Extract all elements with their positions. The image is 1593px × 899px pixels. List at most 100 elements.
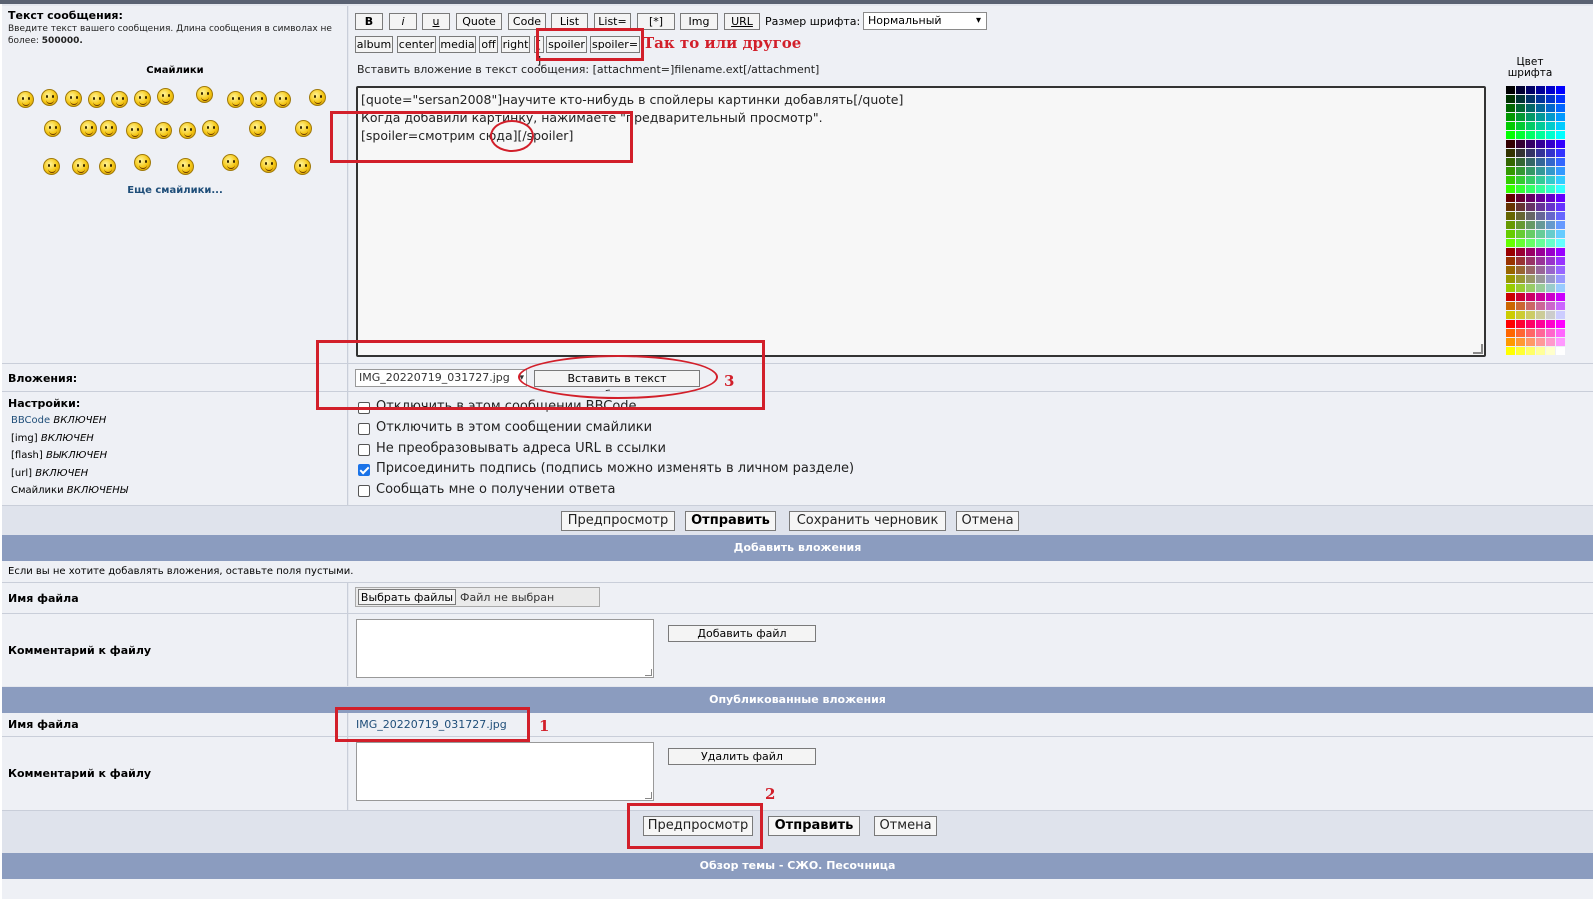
color-swatch[interactable] bbox=[1516, 320, 1525, 328]
smiley-icon[interactable] bbox=[126, 122, 143, 139]
color-swatch[interactable] bbox=[1546, 113, 1555, 121]
color-swatch[interactable] bbox=[1516, 104, 1525, 112]
color-swatch[interactable] bbox=[1536, 194, 1545, 202]
color-swatch[interactable] bbox=[1526, 104, 1535, 112]
color-swatch[interactable] bbox=[1506, 212, 1515, 220]
color-swatch[interactable] bbox=[1546, 248, 1555, 256]
color-swatch[interactable] bbox=[1556, 293, 1565, 301]
color-swatch[interactable] bbox=[1536, 248, 1545, 256]
published-comment-textarea[interactable] bbox=[356, 742, 654, 801]
color-swatch[interactable] bbox=[1546, 329, 1555, 337]
quote-button[interactable]: Quote bbox=[456, 13, 502, 30]
color-swatch[interactable] bbox=[1516, 239, 1525, 247]
color-swatch[interactable] bbox=[1536, 203, 1545, 211]
color-swatch[interactable] bbox=[1556, 149, 1565, 157]
resize-handle-icon[interactable] bbox=[645, 669, 652, 676]
color-swatch[interactable] bbox=[1506, 167, 1515, 175]
resize-handle-icon[interactable] bbox=[645, 792, 652, 799]
smiley-icon[interactable] bbox=[41, 89, 58, 106]
preview-button[interactable]: Предпросмотр bbox=[561, 511, 675, 531]
smiley-icon[interactable] bbox=[309, 89, 326, 106]
color-swatch[interactable] bbox=[1556, 257, 1565, 265]
status-name[interactable]: BBCode bbox=[11, 415, 50, 426]
color-swatch[interactable] bbox=[1526, 140, 1535, 148]
color-swatch[interactable] bbox=[1516, 113, 1525, 121]
color-swatch[interactable] bbox=[1536, 329, 1545, 337]
smiley-icon[interactable] bbox=[294, 158, 311, 175]
color-swatch[interactable] bbox=[1526, 122, 1535, 130]
color-swatch[interactable] bbox=[1556, 248, 1565, 256]
color-swatch[interactable] bbox=[1526, 329, 1535, 337]
color-swatch[interactable] bbox=[1506, 302, 1515, 310]
disable-smilies-checkbox[interactable] bbox=[358, 423, 370, 435]
file-input[interactable]: Выбрать файлы Файл не выбран bbox=[355, 587, 600, 607]
color-swatch[interactable] bbox=[1506, 266, 1515, 274]
color-swatch[interactable] bbox=[1526, 230, 1535, 238]
color-swatch[interactable] bbox=[1536, 275, 1545, 283]
smiley-icon[interactable] bbox=[260, 156, 277, 173]
color-swatch[interactable] bbox=[1526, 194, 1535, 202]
delete-file-button[interactable]: Удалить файл bbox=[668, 748, 816, 765]
color-swatch[interactable] bbox=[1546, 284, 1555, 292]
smiley-icon[interactable] bbox=[196, 86, 213, 103]
smiley-icon[interactable] bbox=[250, 91, 267, 108]
smiley-icon[interactable] bbox=[17, 91, 34, 108]
color-swatch[interactable] bbox=[1526, 149, 1535, 157]
color-swatch[interactable] bbox=[1506, 248, 1515, 256]
color-swatch[interactable] bbox=[1526, 338, 1535, 346]
color-swatch[interactable] bbox=[1546, 257, 1555, 265]
color-swatch[interactable] bbox=[1536, 338, 1545, 346]
color-swatch[interactable] bbox=[1536, 185, 1545, 193]
color-swatch[interactable] bbox=[1546, 275, 1555, 283]
color-swatch[interactable] bbox=[1556, 275, 1565, 283]
smiley-icon[interactable] bbox=[72, 158, 89, 175]
color-swatch[interactable] bbox=[1526, 320, 1535, 328]
color-swatch[interactable] bbox=[1516, 257, 1525, 265]
color-swatch[interactable] bbox=[1506, 95, 1515, 103]
smiley-icon[interactable] bbox=[88, 91, 105, 108]
color-swatch[interactable] bbox=[1536, 140, 1545, 148]
color-swatch[interactable] bbox=[1506, 104, 1515, 112]
color-swatch[interactable] bbox=[1546, 185, 1555, 193]
color-swatch[interactable] bbox=[1536, 221, 1545, 229]
smiley-icon[interactable] bbox=[80, 120, 97, 137]
color-swatch[interactable] bbox=[1546, 203, 1555, 211]
color-swatch[interactable] bbox=[1516, 176, 1525, 184]
color-swatch[interactable] bbox=[1526, 284, 1535, 292]
color-swatch[interactable] bbox=[1516, 140, 1525, 148]
color-swatch[interactable] bbox=[1516, 266, 1525, 274]
color-swatch[interactable] bbox=[1526, 95, 1535, 103]
smiley-icon[interactable] bbox=[155, 122, 172, 139]
color-swatch[interactable] bbox=[1516, 230, 1525, 238]
color-swatch[interactable] bbox=[1536, 122, 1545, 130]
bottom-submit-button[interactable]: Отправить bbox=[768, 816, 860, 836]
smiley-icon[interactable] bbox=[43, 158, 60, 175]
color-swatch[interactable] bbox=[1526, 113, 1535, 121]
smiley-icon[interactable] bbox=[202, 120, 219, 137]
color-swatch[interactable] bbox=[1546, 311, 1555, 319]
color-swatch[interactable] bbox=[1546, 86, 1555, 94]
smiley-icon[interactable] bbox=[157, 88, 174, 105]
color-swatch[interactable] bbox=[1506, 86, 1515, 94]
color-swatch[interactable] bbox=[1556, 239, 1565, 247]
color-swatch[interactable] bbox=[1506, 122, 1515, 130]
color-swatch[interactable] bbox=[1506, 203, 1515, 211]
color-swatch[interactable] bbox=[1516, 95, 1525, 103]
media-button[interactable]: media bbox=[439, 36, 476, 53]
color-palette[interactable] bbox=[1506, 86, 1566, 358]
color-swatch[interactable] bbox=[1526, 203, 1535, 211]
add-comment-textarea[interactable] bbox=[356, 619, 654, 678]
color-swatch[interactable] bbox=[1536, 149, 1545, 157]
color-swatch[interactable] bbox=[1556, 302, 1565, 310]
img-button[interactable]: Img bbox=[680, 13, 718, 30]
color-swatch[interactable] bbox=[1556, 86, 1565, 94]
color-swatch[interactable] bbox=[1526, 86, 1535, 94]
smiley-icon[interactable] bbox=[227, 91, 244, 108]
color-swatch[interactable] bbox=[1536, 230, 1545, 238]
color-swatch[interactable] bbox=[1516, 311, 1525, 319]
color-swatch[interactable] bbox=[1546, 149, 1555, 157]
color-swatch[interactable] bbox=[1516, 149, 1525, 157]
smiley-icon[interactable] bbox=[179, 122, 196, 139]
color-swatch[interactable] bbox=[1506, 284, 1515, 292]
off-button[interactable]: off bbox=[479, 36, 498, 53]
